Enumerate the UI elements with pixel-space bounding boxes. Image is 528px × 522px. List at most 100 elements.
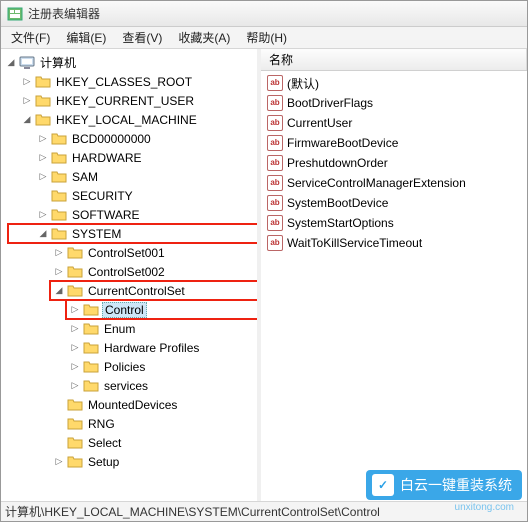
value-row[interactable]: abSystemStartOptions bbox=[261, 213, 527, 233]
tree-node-select[interactable]: ▷Select bbox=[53, 433, 257, 452]
tree-label: 计算机 bbox=[38, 54, 78, 71]
tree-node-enum[interactable]: ▷Enum bbox=[69, 319, 257, 338]
menu-favorites[interactable]: 收藏夹(A) bbox=[170, 27, 238, 48]
tree-node-control[interactable]: ▷Control bbox=[69, 300, 257, 319]
tree-label: CurrentControlSet bbox=[86, 284, 187, 298]
tree-node-cs002[interactable]: ▷ ControlSet002 bbox=[53, 262, 257, 281]
list-header: 名称 bbox=[261, 49, 527, 71]
tree-node-software[interactable]: ▷ SOFTWARE bbox=[37, 205, 257, 224]
string-value-icon: ab bbox=[267, 155, 283, 171]
tree-node-hklm[interactable]: ◢ HKEY_LOCAL_MACHINE bbox=[21, 110, 257, 129]
tree-node-hkcu[interactable]: ▷HKEY_CURRENT_USER bbox=[21, 91, 257, 110]
value-name: BootDriverFlags bbox=[287, 96, 373, 110]
list-pane[interactable]: 名称 ab(默认)abBootDriverFlagsabCurrentUsera… bbox=[261, 49, 527, 501]
value-row[interactable]: ab FirmwareBootDevice bbox=[261, 133, 527, 153]
value-name: (默认) bbox=[287, 75, 319, 92]
folder-icon bbox=[51, 150, 67, 166]
menu-file[interactable]: 文件(F) bbox=[3, 27, 58, 48]
tree-pane[interactable]: ◢ 计算机 ▷HKEY_CLASSES_ROOT ▷HKEY_CURRENT_U… bbox=[1, 49, 257, 501]
value-name: CurrentUser bbox=[287, 116, 352, 130]
tree-label: SECURITY bbox=[70, 189, 135, 203]
tree-node-cs001[interactable]: ▷ ControlSet001 bbox=[53, 243, 257, 262]
value-row[interactable]: abServiceControlManagerExtension bbox=[261, 173, 527, 193]
expand-icon[interactable]: ▷ bbox=[37, 152, 49, 164]
collapse-icon[interactable]: ◢ bbox=[21, 114, 33, 126]
tree-label: ControlSet002 bbox=[86, 265, 167, 279]
tree-node-services[interactable]: ▷ services bbox=[69, 376, 257, 395]
expand-icon[interactable]: ▷ bbox=[53, 456, 65, 468]
value-row[interactable]: abCurrentUser bbox=[261, 113, 527, 133]
value-row[interactable]: ab WaitToKillServiceTimeout bbox=[261, 233, 527, 253]
expand-icon[interactable]: ▷ bbox=[69, 380, 81, 392]
folder-icon bbox=[67, 416, 83, 432]
computer-icon bbox=[19, 55, 35, 71]
value-name: WaitToKillServiceTimeout bbox=[287, 236, 422, 250]
value-row[interactable]: ab PreshutdownOrder bbox=[261, 153, 527, 173]
folder-icon bbox=[83, 302, 99, 318]
expand-icon[interactable]: ▷ bbox=[69, 361, 81, 373]
tree-node-hardware[interactable]: ▷ HARDWARE bbox=[37, 148, 257, 167]
collapse-icon[interactable]: ◢ bbox=[37, 228, 49, 240]
watermark-icon: ✓ bbox=[372, 474, 394, 496]
tree-node-security[interactable]: ▷SECURITY bbox=[37, 186, 257, 205]
folder-icon bbox=[67, 264, 83, 280]
tree-label: Setup bbox=[86, 455, 121, 469]
expand-icon[interactable]: ▷ bbox=[69, 342, 81, 354]
tree-label: RNG bbox=[86, 417, 117, 431]
tree-node-system[interactable]: ◢ SYSTEM bbox=[37, 224, 257, 243]
expand-icon[interactable]: ▷ bbox=[69, 323, 81, 335]
value-name: PreshutdownOrder bbox=[287, 156, 388, 170]
tree-label: services bbox=[102, 379, 150, 393]
window-title: 注册表编辑器 bbox=[28, 5, 100, 22]
menu-help[interactable]: 帮助(H) bbox=[238, 27, 295, 48]
tree-node-setup[interactable]: ▷ Setup bbox=[53, 452, 257, 471]
folder-icon bbox=[67, 435, 83, 451]
string-value-icon: ab bbox=[267, 215, 283, 231]
string-value-icon: ab bbox=[267, 135, 283, 151]
value-name: FirmwareBootDevice bbox=[287, 136, 398, 150]
value-row[interactable]: ab(默认) bbox=[261, 73, 527, 93]
menu-edit[interactable]: 编辑(E) bbox=[58, 27, 114, 48]
string-value-icon: ab bbox=[267, 195, 283, 211]
tree-label: SYSTEM bbox=[70, 227, 123, 241]
tree-node-computer[interactable]: ◢ 计算机 bbox=[5, 53, 257, 72]
tree-node-policies[interactable]: ▷ Policies bbox=[69, 357, 257, 376]
tree-label: SOFTWARE bbox=[70, 208, 142, 222]
tree-node-hwprofiles[interactable]: ▷ Hardware Profiles bbox=[69, 338, 257, 357]
tree-label: Policies bbox=[102, 360, 147, 374]
tree-node-hkcr[interactable]: ▷HKEY_CLASSES_ROOT bbox=[21, 72, 257, 91]
watermark-text: 白云一键重装系统 bbox=[400, 475, 512, 495]
expand-icon[interactable]: ▷ bbox=[37, 209, 49, 221]
value-name: SystemBootDevice bbox=[287, 196, 388, 210]
tree-node-rng[interactable]: ▷RNG bbox=[53, 414, 257, 433]
tree-node-mounteddevices[interactable]: ▷MountedDevices bbox=[53, 395, 257, 414]
collapse-icon[interactable]: ◢ bbox=[5, 57, 17, 69]
tree-label: BCD00000000 bbox=[70, 132, 153, 146]
folder-icon bbox=[83, 321, 99, 337]
value-row[interactable]: abBootDriverFlags bbox=[261, 93, 527, 113]
column-header-name[interactable]: 名称 bbox=[261, 49, 527, 70]
tree-label: HKEY_LOCAL_MACHINE bbox=[54, 113, 199, 127]
tree-label: ControlSet001 bbox=[86, 246, 167, 260]
folder-icon bbox=[83, 359, 99, 375]
expand-icon[interactable]: ▷ bbox=[37, 133, 49, 145]
tree-node-bcd[interactable]: ▷ BCD00000000 bbox=[37, 129, 257, 148]
expand-icon[interactable]: ▷ bbox=[37, 171, 49, 183]
expand-icon[interactable]: ▷ bbox=[21, 95, 33, 107]
value-row[interactable]: ab SystemBootDevice bbox=[261, 193, 527, 213]
tree-label: HARDWARE bbox=[70, 151, 144, 165]
tree-node-sam[interactable]: ▷SAM bbox=[37, 167, 257, 186]
expand-icon[interactable]: ▷ bbox=[53, 266, 65, 278]
tree-label: Hardware Profiles bbox=[102, 341, 201, 355]
collapse-icon[interactable]: ◢ bbox=[53, 285, 65, 297]
expand-icon[interactable]: ▷ bbox=[53, 247, 65, 259]
string-value-icon: ab bbox=[267, 235, 283, 251]
expand-icon[interactable]: ▷ bbox=[69, 304, 81, 316]
value-name: ServiceControlManagerExtension bbox=[287, 176, 466, 190]
watermark: ✓ 白云一键重装系统 unxitong.com bbox=[366, 470, 522, 500]
menu-view[interactable]: 查看(V) bbox=[114, 27, 170, 48]
app-icon bbox=[7, 6, 23, 22]
expand-icon[interactable]: ▷ bbox=[21, 76, 33, 88]
folder-icon bbox=[51, 188, 67, 204]
tree-node-currentcontrolset[interactable]: ◢ CurrentControlSet bbox=[53, 281, 257, 300]
